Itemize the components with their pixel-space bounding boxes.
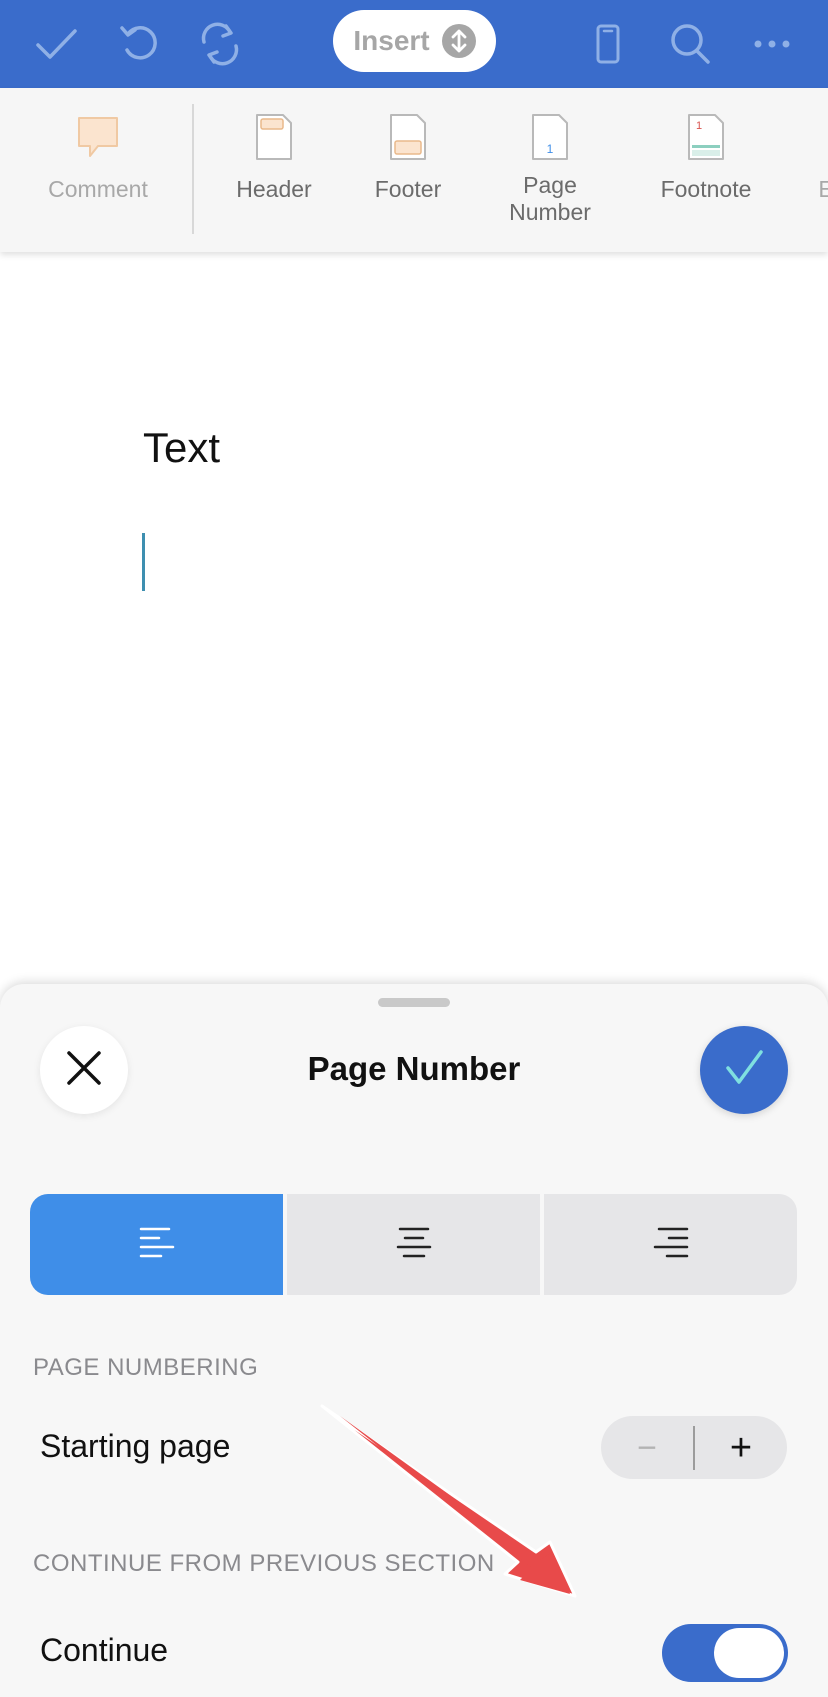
header-button[interactable]: Header	[222, 88, 326, 252]
minus-icon: −	[637, 1428, 657, 1467]
redo-icon[interactable]	[190, 14, 250, 74]
starting-page-stepper: − +	[601, 1416, 787, 1479]
svg-text:1: 1	[547, 142, 554, 156]
align-center-icon	[396, 1226, 432, 1263]
comment-icon	[76, 112, 120, 162]
toggle-knob	[714, 1628, 784, 1678]
align-left-icon	[139, 1226, 175, 1263]
footnote-button[interactable]: 1 Footnote	[644, 88, 768, 252]
search-icon[interactable]	[660, 14, 720, 74]
align-right-button[interactable]	[544, 1194, 797, 1295]
svg-text:1: 1	[696, 120, 702, 132]
footnote-icon: 1	[684, 112, 728, 162]
phone-view-icon[interactable]	[578, 14, 638, 74]
comment-label: Comment	[48, 176, 148, 202]
align-left-button[interactable]	[30, 1194, 283, 1295]
footer-icon	[386, 112, 430, 162]
page-number-label: Page Number	[509, 172, 591, 225]
swap-icon	[441, 24, 476, 58]
more-ribbon-item[interactable]: E	[806, 88, 828, 252]
footnote-label: Footnote	[660, 176, 752, 202]
continue-section-heading: CONTINUE FROM PREVIOUS SECTION	[33, 1550, 495, 1577]
more-ribbon-label: E	[818, 176, 828, 202]
checkmark-icon	[722, 1046, 766, 1095]
header-icon	[252, 112, 296, 162]
align-center-button[interactable]	[287, 1194, 540, 1295]
text-cursor	[142, 533, 145, 591]
undo-icon[interactable]	[108, 14, 168, 74]
page-number-icon: 1	[528, 112, 572, 162]
align-right-icon	[653, 1226, 689, 1263]
page-number-sheet: Page Number PAGE NUMBERING Starting page	[0, 984, 828, 1697]
sheet-grabber[interactable]	[378, 998, 450, 1007]
comment-button[interactable]: Comment	[30, 88, 166, 252]
checkmark-icon[interactable]	[26, 14, 86, 74]
footer-label: Footer	[374, 176, 442, 202]
increment-button[interactable]: +	[695, 1416, 787, 1479]
insert-mode-button[interactable]: Insert	[333, 10, 496, 72]
page-number-button[interactable]: 1 Page Number	[490, 88, 610, 252]
document-text[interactable]: Text	[143, 424, 220, 472]
confirm-button[interactable]	[700, 1026, 788, 1114]
decrement-button[interactable]: −	[601, 1416, 693, 1479]
footer-button[interactable]: Footer	[356, 88, 460, 252]
ribbon-divider	[192, 104, 194, 234]
plus-icon: +	[729, 1426, 753, 1469]
insert-mode-label: Insert	[353, 25, 430, 56]
starting-page-label: Starting page	[40, 1428, 231, 1464]
insert-ribbon: Comment Header Footer 1 Page Number 1 Fo…	[0, 88, 828, 252]
header-label: Header	[236, 176, 312, 202]
more-icon[interactable]	[742, 14, 802, 74]
page-numbering-heading: PAGE NUMBERING	[33, 1354, 259, 1381]
continue-toggle[interactable]	[662, 1624, 788, 1682]
top-toolbar: Insert	[0, 0, 828, 88]
alignment-segmented-control	[30, 1194, 797, 1295]
continue-label: Continue	[40, 1632, 169, 1668]
